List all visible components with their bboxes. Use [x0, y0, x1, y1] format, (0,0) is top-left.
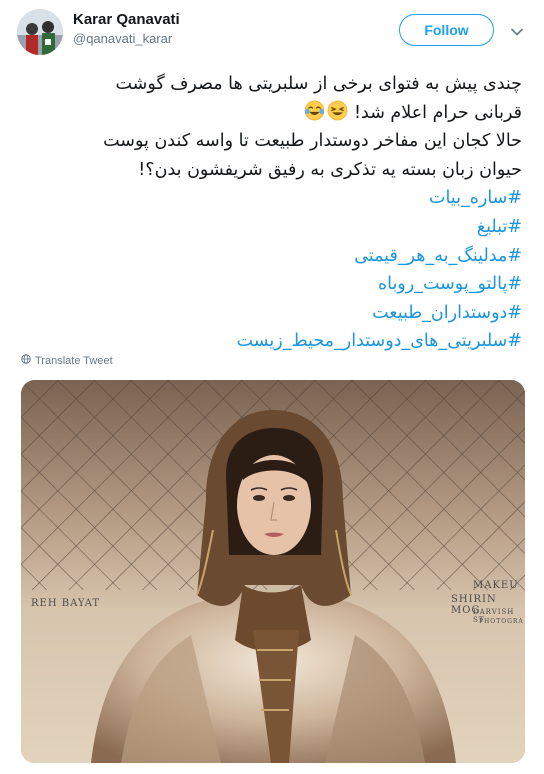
avatar[interactable] — [17, 9, 63, 55]
tweet-line: چندی پیش به فتوای برخی از سلبریتی ها مصر… — [115, 74, 522, 94]
laughing-emoji-icon — [327, 100, 348, 121]
translate-tweet-link[interactable]: Translate Tweet — [21, 354, 113, 367]
hashtag-link[interactable]: #سلبریتی_های_دوستدار_محیط_زیست — [22, 327, 522, 356]
hashtag-link[interactable]: #پالتو_پوست_روباه — [22, 270, 522, 299]
follow-button[interactable]: Follow — [399, 14, 494, 46]
photo-caption-right: PHOTOGRA — [479, 618, 524, 625]
hashtag-link[interactable]: #تبلیغ — [22, 213, 522, 242]
laughing-tears-emoji-icon — [304, 100, 325, 121]
hashtag-link[interactable]: #مدلینگ_به_هر_قیمتی — [22, 242, 522, 271]
photo-caption-left: REH BAYAT — [31, 598, 101, 609]
globe-icon — [21, 354, 31, 367]
tweet-photo[interactable]: REH BAYAT MAKEU SHIRIN MOG DARVISH ST PH… — [21, 380, 525, 763]
tweet-text: چندی پیش به فتوای برخی از سلبریتی ها مصر… — [22, 70, 522, 356]
translate-label: Translate Tweet — [35, 354, 113, 367]
tweet-line: حیوان زبان بسته یه تذکری به رفیق شریفشون… — [138, 159, 522, 180]
photo-caption-right: MAKEU — [473, 580, 519, 591]
chevron-down-icon[interactable] — [510, 24, 524, 38]
hashtag-link[interactable]: #ساره_بیات — [22, 184, 522, 213]
tweet-line: قربانی حرام اعلام شد! — [22, 99, 522, 128]
user-handle[interactable]: @qanavati_karar — [73, 31, 172, 46]
tweet-line-text: قربانی حرام اعلام شد! — [354, 102, 522, 123]
tweet-line: حالا کجان این مفاخر دوستدار طبیعت تا واس… — [103, 131, 522, 152]
hashtag-link[interactable]: #دوستداران_طبیعت — [22, 299, 522, 328]
user-display-name[interactable]: Karar Qanavati — [73, 11, 180, 28]
